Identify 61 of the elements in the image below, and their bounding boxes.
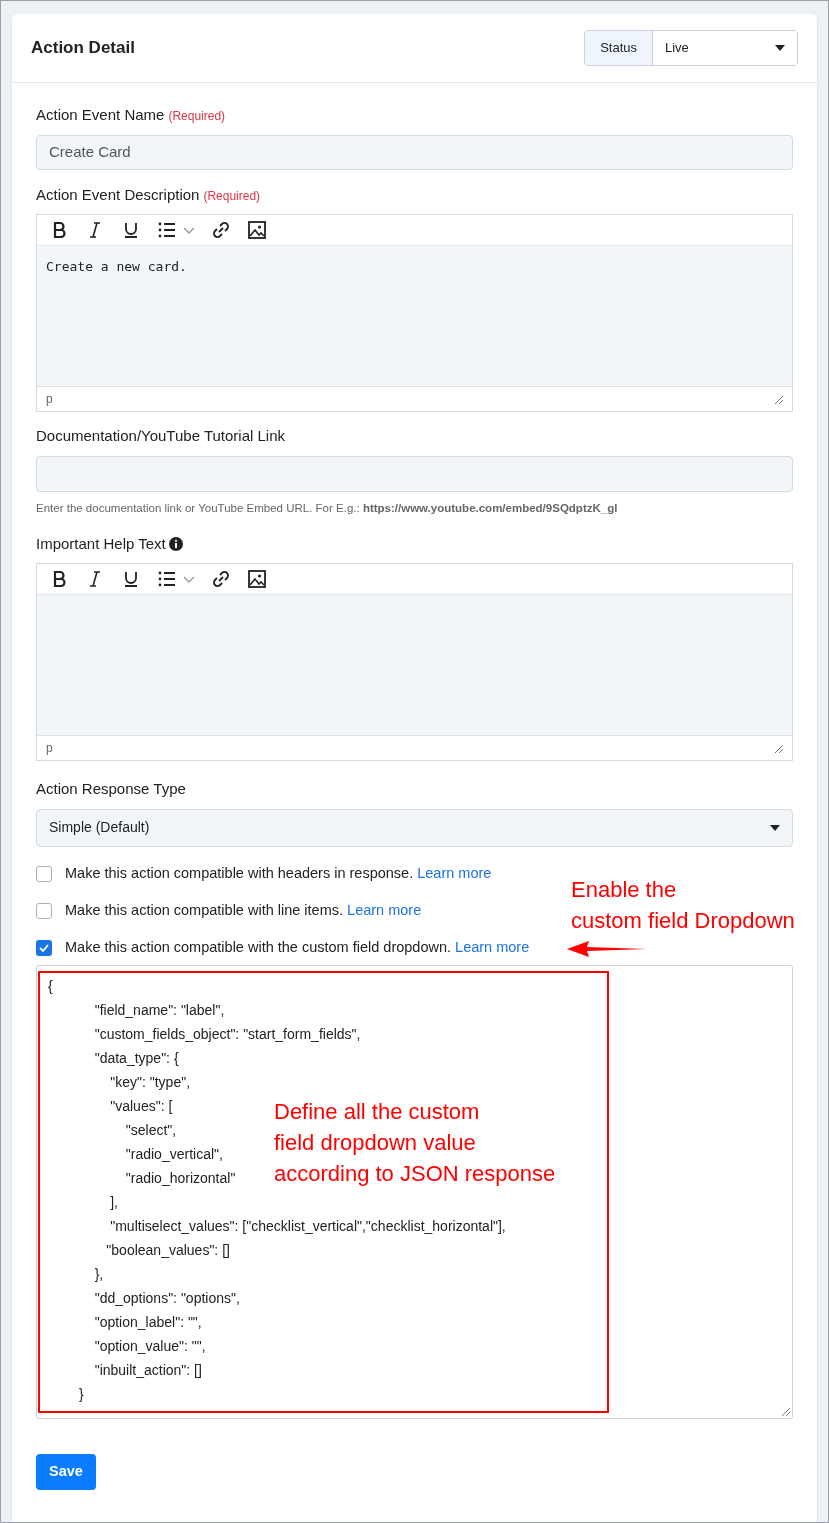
annotation-text: Enable the custom field Dropdown <box>571 876 795 935</box>
status-label: Status <box>585 31 653 65</box>
learn-more-link[interactable]: Learn more <box>417 864 492 881</box>
help-text: Enter the documentation link or YouTube Embed URL. For E.g.: https://www.youtube.com/embed/9SQdptzK_gl <box>36 501 618 514</box>
save-button[interactable]: Save <box>36 1453 96 1490</box>
code-line: "radio_vertical", <box>124 1144 223 1164</box>
list-icon[interactable] <box>157 220 177 240</box>
element-path: p <box>46 740 53 757</box>
field-label: Important Help Text <box>36 533 166 554</box>
editor-text: Create a new card. <box>46 259 187 274</box>
learn-more-link[interactable]: Learn more <box>347 901 422 918</box>
list-icon[interactable] <box>157 569 177 589</box>
option-text: Make this action compatible with line items. Learn more <box>65 900 422 920</box>
field-label: Action Event Name <box>36 105 165 125</box>
element-path: p <box>46 391 53 408</box>
image-icon[interactable] <box>247 220 267 240</box>
code-line: "data_type": { <box>93 1048 179 1068</box>
checkbox[interactable] <box>36 865 52 882</box>
required-note: (Required) <box>203 187 261 205</box>
field-label: Action Event Description <box>36 184 200 205</box>
response-type-dropdown[interactable]: Simple (Default) <box>36 808 793 847</box>
rich-text-editor[interactable]: Create a new card. p <box>36 214 793 412</box>
code-line: "field_name": "label", <box>93 1000 225 1020</box>
resize-handle-icon[interactable] <box>774 743 783 753</box>
link-icon[interactable] <box>211 220 231 240</box>
checkbox[interactable] <box>36 939 52 956</box>
code-line: "select", <box>124 1120 177 1140</box>
code-line: "multiselect_values": ["checklist_vertical","checklist_horizontal"], <box>109 1216 506 1236</box>
caret-icon <box>775 45 785 51</box>
code-line: "custom_fields_object": "start_form_fields", <box>93 1024 361 1044</box>
code-line: "values": [ <box>109 1096 173 1116</box>
code-line: "option_value": "", <box>93 1336 206 1356</box>
code-line: "radio_horizontal" <box>124 1168 236 1188</box>
code-line: ], <box>109 1192 118 1212</box>
info-icon <box>168 536 183 551</box>
link-icon[interactable] <box>211 569 231 589</box>
code-line: { <box>48 976 53 996</box>
learn-more-link[interactable]: Learn more <box>455 938 530 955</box>
code-line: "key": "type", <box>109 1072 191 1092</box>
option-text: Make this action compatible with the custom field dropdown. Learn more <box>65 937 530 957</box>
field-label: Action Response Type <box>36 779 186 799</box>
caret-icon <box>770 824 780 831</box>
card-title: Action Detail <box>31 37 135 60</box>
event-name-field[interactable]: Create Card <box>36 134 793 170</box>
checkmark-icon <box>39 943 49 952</box>
resize-handle-icon[interactable] <box>781 1406 790 1416</box>
checkbox[interactable] <box>36 902 52 919</box>
code-editor[interactable] <box>36 964 793 1419</box>
rich-text-editor[interactable]: p <box>36 563 793 761</box>
code-line: } <box>78 1384 84 1404</box>
field-label: Documentation/YouTube Tutorial Link <box>36 426 286 446</box>
required-note: (Required) <box>168 108 226 125</box>
code-line: "option_label": "", <box>93 1312 202 1332</box>
code-line: "inbuilt_action": [] <box>93 1360 202 1380</box>
image-icon[interactable] <box>247 569 267 589</box>
code-line: }, <box>93 1264 104 1284</box>
code-line: "dd_options": "options", <box>93 1288 240 1308</box>
documentation-link-field[interactable] <box>36 455 793 492</box>
resize-handle-icon[interactable] <box>774 394 783 404</box>
option-text: Make this action compatible with headers in response. Learn more <box>65 863 492 883</box>
code-line: "boolean_values": [] <box>105 1240 230 1260</box>
